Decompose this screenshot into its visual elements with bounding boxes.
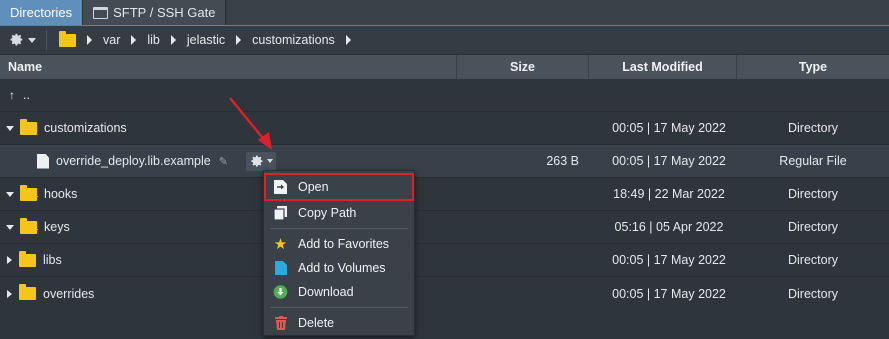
arrow-up-icon: ↑ [9, 88, 15, 102]
menu-item-delete[interactable]: Delete [264, 311, 414, 335]
breadcrumb-arrow-icon [236, 35, 242, 45]
chevron-down-icon [28, 37, 36, 43]
download-cloud-icon [273, 285, 288, 300]
row-type: Directory [787, 220, 838, 234]
copy-icon [273, 206, 288, 221]
row-name: libs [43, 253, 62, 267]
menu-item-delete-label: Delete [298, 316, 335, 330]
column-header-last-modified[interactable]: Last Modified [589, 55, 737, 79]
breadcrumb-arrow-icon[interactable] [345, 35, 351, 45]
trash-icon [273, 316, 288, 331]
breadcrumb-item-var[interactable]: var [103, 33, 120, 47]
menu-item-download[interactable]: Download [264, 280, 414, 304]
table-row[interactable]: ★ hooks 18:49 | 22 Mar 2022 Directory [0, 178, 889, 211]
expand-down-icon[interactable] [6, 191, 14, 197]
table-row[interactable]: overrides 00:05 | 17 May 2022 Directory [0, 277, 889, 310]
chevron-down-icon [266, 159, 273, 163]
menu-item-open[interactable]: Open [264, 173, 414, 201]
breadcrumb-item-jelastic[interactable]: jelastic [187, 33, 225, 47]
breadcrumb-arrow-icon [87, 35, 92, 45]
menu-divider [270, 228, 408, 229]
breadcrumb-item-lib[interactable]: lib [147, 33, 160, 47]
path-toolbar: var lib jelastic customizations [0, 26, 889, 55]
settings-dropdown-button[interactable] [8, 32, 36, 48]
breadcrumb-arrow-icon [170, 35, 176, 45]
row-modified: 00:05 | 17 May 2022 [612, 154, 726, 168]
table-row[interactable]: libs 00:05 | 17 May 2022 Directory [0, 244, 889, 277]
edit-pencil-icon[interactable]: ✎ [219, 155, 228, 168]
volume-icon [273, 261, 288, 276]
table-row[interactable]: ★ keys 05:16 | 05 Apr 2022 Directory [0, 211, 889, 244]
row-type: Directory [787, 286, 838, 301]
root-folder-icon[interactable] [59, 30, 76, 47]
breadcrumb-arrow-icon [131, 35, 137, 45]
expand-right-icon[interactable] [7, 256, 12, 264]
row-name: override_deploy.lib.example [56, 154, 211, 168]
expand-down-icon[interactable] [6, 224, 14, 230]
column-header-size[interactable]: Size [457, 55, 589, 79]
table-row-selected[interactable]: override_deploy.lib.example ✎ 263 B 00:0… [0, 145, 889, 178]
table-header: Name Size Last Modified Type [0, 55, 889, 79]
tab-directories-label: Directories [10, 5, 73, 20]
tab-bar: Directories SFTP / SSH Gate [0, 0, 889, 26]
menu-item-copy-path-label: Copy Path [298, 206, 357, 220]
menu-item-copy-path[interactable]: Copy Path [264, 201, 414, 225]
tab-directories[interactable]: Directories [0, 0, 84, 25]
context-menu: Open Copy Path ★ Add to Favorites Add to… [263, 170, 415, 336]
row-type: Directory [787, 187, 838, 201]
row-size: 263 B [546, 154, 579, 168]
table-row[interactable]: customizations 00:05 | 17 May 2022 Direc… [0, 112, 889, 145]
row-name: overrides [43, 286, 95, 301]
folder-icon [19, 250, 36, 267]
menu-item-add-favorites-label: Add to Favorites [298, 237, 390, 251]
file-icon [37, 153, 49, 169]
folder-icon [20, 118, 37, 135]
folder-icon [19, 284, 36, 300]
row-name: hooks [44, 187, 78, 201]
menu-item-open-label: Open [298, 180, 329, 194]
file-table: ↑ .. customizations 00:05 | 17 May 2022 … [0, 79, 889, 310]
row-modified: 00:05 | 17 May 2022 [612, 253, 726, 267]
row-actions-button[interactable] [245, 151, 276, 171]
row-modified: 18:49 | 22 Mar 2022 [613, 187, 725, 201]
tab-sftp-label: SFTP / SSH Gate [113, 5, 216, 20]
tab-sftp-ssh-gate[interactable]: SFTP / SSH Gate [83, 0, 227, 25]
column-header-name[interactable]: Name [0, 55, 457, 79]
menu-item-add-volumes-label: Add to Volumes [298, 261, 386, 275]
star-icon: ★ [273, 236, 288, 253]
row-name: keys [44, 220, 70, 234]
menu-item-download-label: Download [298, 285, 354, 299]
favorite-star-icon: ★ [31, 191, 40, 202]
parent-directory-label: .. [23, 88, 30, 102]
row-type: Directory [787, 253, 838, 267]
column-header-type[interactable]: Type [737, 55, 889, 79]
row-name: customizations [44, 121, 127, 135]
breadcrumb-item-customizations[interactable]: customizations [252, 33, 335, 47]
gear-icon [10, 33, 23, 46]
table-row-parent[interactable]: ↑ .. [0, 79, 889, 112]
row-type: Directory [787, 121, 838, 135]
toolbar-divider [46, 30, 47, 50]
gear-icon [251, 155, 263, 167]
expand-right-icon[interactable] [7, 289, 12, 298]
expand-down-icon[interactable] [6, 125, 14, 131]
row-modified: 05:16 | 05 Apr 2022 [614, 220, 724, 234]
menu-divider [270, 307, 408, 308]
menu-item-add-volumes[interactable]: Add to Volumes [264, 256, 414, 280]
terminal-icon [93, 6, 109, 19]
open-arrow-icon [273, 180, 288, 195]
row-type: Regular File [779, 154, 847, 168]
menu-item-add-favorites[interactable]: ★ Add to Favorites [264, 232, 414, 256]
breadcrumb: var lib jelastic customizations [59, 30, 362, 47]
favorite-star-icon: ★ [31, 224, 40, 235]
row-modified: 00:05 | 17 May 2022 [612, 286, 726, 301]
row-modified: 00:05 | 17 May 2022 [612, 121, 726, 135]
